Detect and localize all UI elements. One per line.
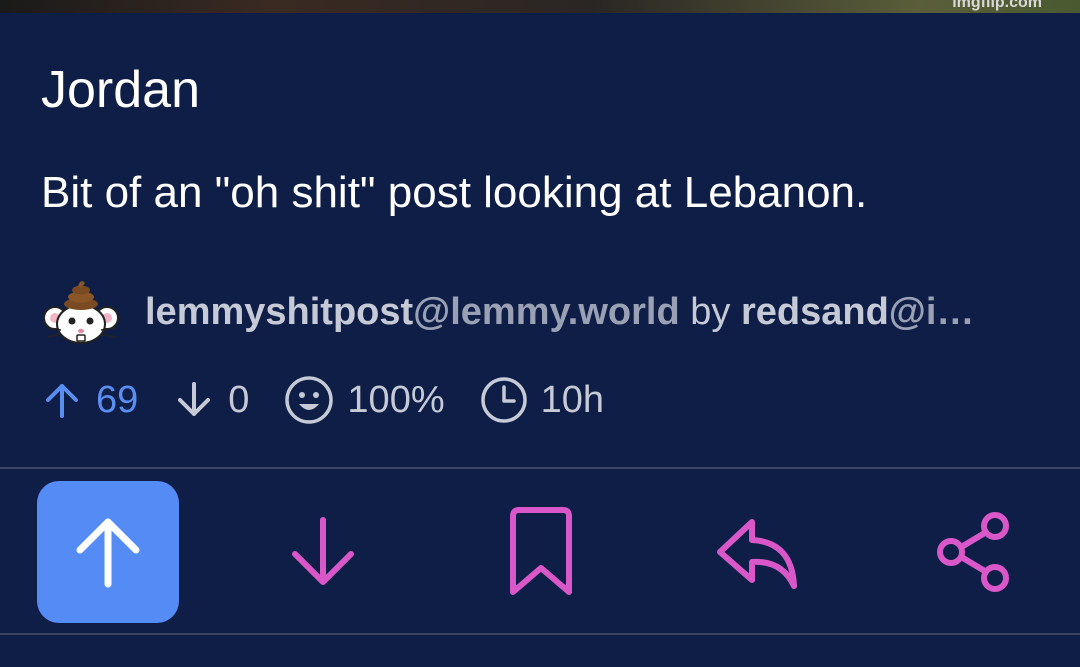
post-title[interactable]: Jordan <box>41 58 200 122</box>
post-age: 10h <box>479 375 604 425</box>
downvote-count-value: 0 <box>228 379 250 421</box>
community-and-author: lemmyshitpost@lemmy.world by redsand@i… <box>145 288 974 336</box>
share-icon <box>937 512 1009 592</box>
save-button[interactable] <box>470 481 612 623</box>
reply-button[interactable] <box>686 481 828 623</box>
upvote-button[interactable] <box>37 481 179 623</box>
bookmark-icon <box>510 507 572 595</box>
upvote-count-value: 69 <box>96 379 139 421</box>
mouse-poop-avatar-icon[interactable] <box>41 278 121 346</box>
upvote-ratio-value: 100% <box>347 379 445 421</box>
post-body: Bit of an "oh shit" post looking at Leba… <box>41 168 868 217</box>
arrow-up-icon <box>46 384 78 418</box>
reply-icon <box>717 519 797 589</box>
share-button[interactable] <box>902 481 1044 623</box>
arrow-down-icon <box>178 382 211 416</box>
community-instance[interactable]: @lemmy.world <box>413 291 680 333</box>
upvote-count: 69 <box>40 376 138 424</box>
author-instance[interactable]: @i… <box>889 291 975 333</box>
divider <box>0 633 1080 635</box>
arrow-up-icon <box>76 518 140 588</box>
upvote-ratio: 100% <box>283 374 445 426</box>
divider <box>0 467 1080 469</box>
community-link[interactable]: lemmyshitpost <box>145 291 413 333</box>
downvote-count: 0 <box>172 376 249 424</box>
author-link[interactable]: redsand <box>741 291 889 333</box>
post-image-preview[interactable]: imgflip.com <box>0 0 1080 13</box>
image-watermark: imgflip.com <box>952 0 1042 11</box>
clock-icon <box>480 377 527 423</box>
downvote-button[interactable] <box>252 481 394 623</box>
post-action-bar <box>0 470 1080 632</box>
post-age-value: 10h <box>540 379 605 421</box>
smiley-face-icon <box>285 376 334 424</box>
post-stats: 69 0 100% 10h <box>40 374 638 426</box>
post-card: imgflip.com Jordan Bit of an "oh shit" p… <box>0 0 1080 667</box>
arrow-down-icon <box>292 517 354 585</box>
post-meta: lemmyshitpost@lemmy.world by redsand@i… <box>41 278 1041 346</box>
by-label: by <box>690 291 731 333</box>
